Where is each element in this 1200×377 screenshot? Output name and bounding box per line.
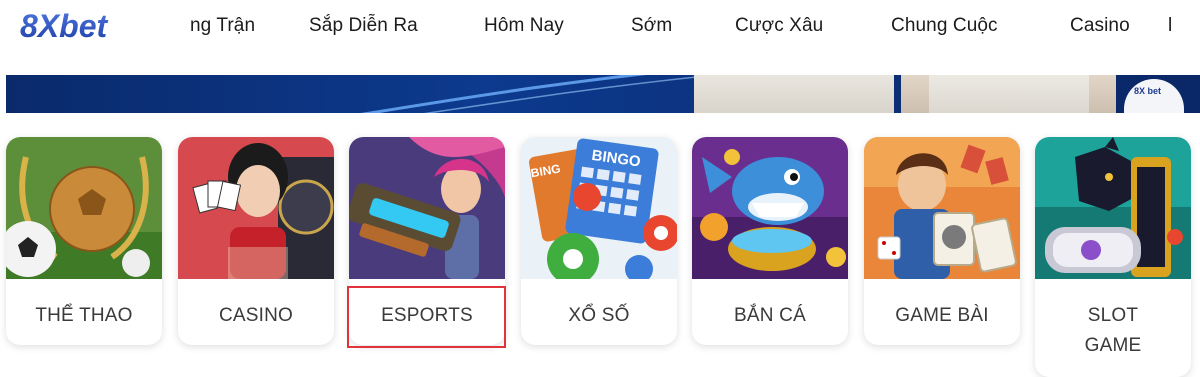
card-game-icon <box>864 137 1020 279</box>
nav-item[interactable]: Cược Xâu <box>735 15 823 37</box>
brand-logo[interactable]: 8Xbet <box>20 9 152 43</box>
category-card-sports[interactable]: THỂ THAO <box>6 137 162 345</box>
nav-item[interactable]: l <box>1168 15 1172 37</box>
category-card-slot-game[interactable]: SLOT GAME <box>1035 137 1191 377</box>
nav-item[interactable]: Casino <box>1070 15 1130 37</box>
category-label: THỂ THAO <box>35 305 133 326</box>
category-card-fish-shooting[interactable]: BẮN CÁ <box>692 137 848 345</box>
banner-person-left <box>694 75 894 113</box>
casino-dealer-icon <box>178 137 334 279</box>
category-label: BẮN CÁ <box>734 305 806 326</box>
brand-logo-icon: 8Xbet <box>20 9 108 43</box>
category-card-lottery[interactable]: BINGO BING XỔ SỐ <box>521 137 677 345</box>
light-streak-graphic <box>360 75 717 113</box>
nav-item[interactable]: Sắp Diễn Ra <box>309 15 418 37</box>
logo-text: 8Xbet <box>20 9 108 43</box>
category-label: ESPORTS <box>381 305 473 326</box>
game-category-list: THỂ THAO CASINO ESPORTS BINGO BING XỔ SỐ… <box>0 137 1200 377</box>
promo-banner[interactable]: 8X bet <box>6 75 1200 113</box>
category-label: SLOT GAME <box>1084 305 1142 356</box>
lottery-bingo-icon: BINGO BING <box>521 137 677 279</box>
main-nav-menu: ng Trận Sắp Diễn Ra Hôm Nay Sớm Cược Xâu Chun… <box>162 0 1200 52</box>
category-label: XỔ SỐ <box>568 305 630 326</box>
nav-item[interactable]: Hôm Nay <box>484 15 564 37</box>
category-label: GAME BÀI <box>895 305 989 326</box>
category-card-esports[interactable]: ESPORTS <box>349 137 505 345</box>
nav-item[interactable]: Chung Cuộc <box>891 15 998 37</box>
nav-item[interactable]: ng Trận <box>190 15 255 37</box>
nav-item[interactable]: Sớm <box>631 15 672 37</box>
sports-ball-icon <box>6 137 162 279</box>
category-card-casino[interactable]: CASINO <box>178 137 334 345</box>
nav-scroll-fade <box>162 10 190 44</box>
category-label: CASINO <box>218 305 294 326</box>
top-navigation-bar: 8Xbet ng Trận Sắp Diễn Ra Hôm Nay Sớm Cược X… <box>0 0 1200 52</box>
banner-person-right <box>901 75 1116 113</box>
fish-shooting-icon <box>692 137 848 279</box>
esports-hero-icon <box>349 137 505 279</box>
category-card-card-games[interactable]: GAME BÀI <box>864 137 1020 345</box>
soccer-ball-icon <box>1124 79 1184 113</box>
slot-machine-icon <box>1035 137 1191 279</box>
banner-ball-logo: 8X bet <box>1134 86 1162 96</box>
